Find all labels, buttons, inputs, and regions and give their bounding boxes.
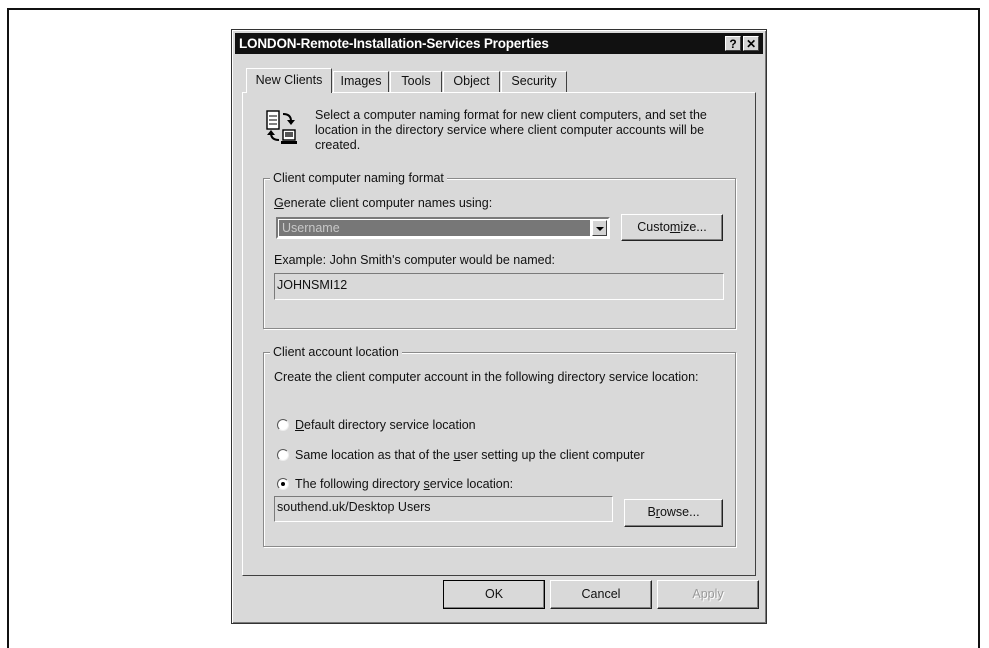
following-location-label-end: ervice location: <box>429 477 514 491</box>
apply-button[interactable]: Apply <box>657 580 759 609</box>
following-location-radio[interactable] <box>277 478 289 490</box>
customize-label-start: Custo <box>637 220 670 234</box>
tab-images[interactable]: Images <box>333 71 389 92</box>
following-location-label-start: The following directory <box>295 477 424 491</box>
browse-label-end: owse... <box>659 505 700 519</box>
default-location-label-mnemonic: D <box>295 418 305 432</box>
example-label: Example: John Smith's computer would be … <box>274 253 555 267</box>
generate-names-label-text: enerate client computer names using: <box>283 196 493 210</box>
user-location-label[interactable]: Same location as that of the user settin… <box>295 448 645 463</box>
example-name-field: JOHNSMI12 <box>274 273 724 300</box>
customize-label-mnemonic: m <box>669 220 681 234</box>
default-location-label[interactable]: Default directory service location <box>295 418 476 433</box>
customize-label-end: ize... <box>680 220 707 234</box>
following-location-label[interactable]: The following directory service location… <box>295 477 513 492</box>
default-location-label-end: efault directory service location <box>304 418 476 432</box>
dropdown-arrow-icon[interactable] <box>592 220 607 236</box>
directory-path-field[interactable]: southend.uk/Desktop Users <box>274 496 613 522</box>
help-button[interactable]: ? <box>725 36 741 51</box>
location-group-title: Client account location <box>270 344 402 360</box>
generate-names-label: Generate client computer names using: <box>274 196 492 211</box>
location-instructions: Create the client computer account in th… <box>274 370 699 384</box>
cancel-button[interactable]: Cancel <box>550 580 652 609</box>
naming-format-group-title: Client computer naming format <box>270 170 447 186</box>
dialog-title: LONDON-Remote-Installation-Services Prop… <box>239 36 549 51</box>
user-location-label-start: Same location as that of the <box>295 448 454 462</box>
tab-object[interactable]: Object <box>443 71 500 92</box>
naming-format-group: Client computer naming format Generate c… <box>263 170 736 329</box>
tab-tools[interactable]: Tools <box>390 71 442 92</box>
properties-dialog: LONDON-Remote-Installation-Services Prop… <box>231 29 767 624</box>
client-account-location-group: Client account location Create the clien… <box>263 344 736 547</box>
tab-panel-new-clients: Select a computer naming format for new … <box>242 92 756 576</box>
user-location-label-end: ser setting up the client computer <box>460 448 645 462</box>
close-button[interactable]: ✕ <box>743 36 759 51</box>
user-location-radio[interactable] <box>277 449 289 461</box>
naming-format-selected-value: Username <box>279 220 590 236</box>
description-text: Select a computer naming format for new … <box>315 108 707 152</box>
tab-new-clients[interactable]: New Clients <box>246 68 332 93</box>
tab-security[interactable]: Security <box>501 71 567 92</box>
title-bar[interactable]: LONDON-Remote-Installation-Services Prop… <box>235 33 763 54</box>
browse-label-start: B <box>647 505 656 519</box>
ok-button[interactable]: OK <box>443 580 545 609</box>
default-location-radio[interactable] <box>277 419 289 431</box>
naming-format-select[interactable]: Username <box>276 217 610 239</box>
client-computers-icon <box>266 110 297 144</box>
customize-button[interactable]: Customize... <box>621 214 723 241</box>
generate-names-label-mnemonic: G <box>274 196 284 210</box>
browse-button[interactable]: Browse... <box>624 499 723 527</box>
